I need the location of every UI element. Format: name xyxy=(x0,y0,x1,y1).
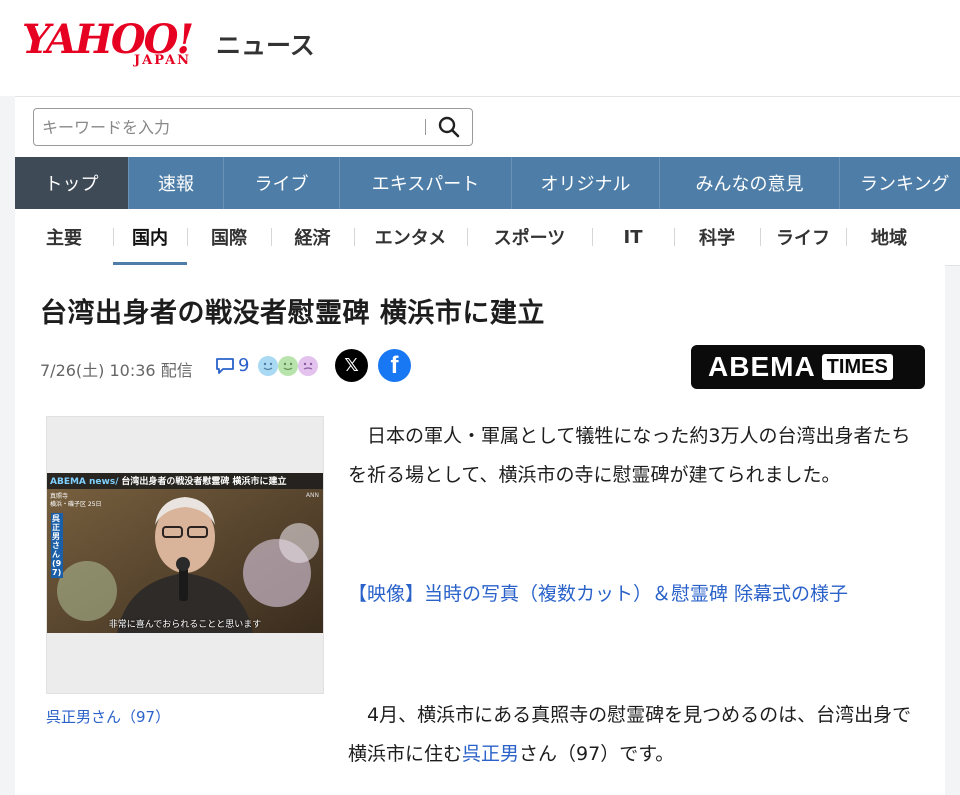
gnav-item-expert[interactable]: エキスパート xyxy=(340,157,512,209)
site-header: YAHOO! JAPAN ニュース xyxy=(0,0,960,96)
gnav-item-ranking[interactable]: ランキング xyxy=(840,157,960,209)
publisher-name: ABEMA xyxy=(708,351,816,382)
search-input[interactable] xyxy=(40,114,424,140)
photo-place-line2: 横浜・磯子区 25日 xyxy=(50,501,102,508)
search-bar xyxy=(15,96,960,157)
publisher-logo[interactable]: ABEMA TIMES xyxy=(691,345,925,389)
gnav-item-top[interactable]: トップ xyxy=(15,157,129,209)
facebook-logo-icon: f xyxy=(390,351,399,379)
photo-banner: ABEMA news/ 台湾出身者の戦没者慰霊碑 横浜市に建立 xyxy=(47,475,323,489)
category-tab-it[interactable]: IT xyxy=(592,209,674,265)
search-box xyxy=(33,108,473,146)
publish-datetime: 7/26(土) 10:36 配信 xyxy=(40,361,193,380)
photo-subtitle: 非常に喜んでおられることと思います xyxy=(108,620,262,630)
search-icon xyxy=(438,116,460,138)
category-nav: 主要 国内 国際 経済 エンタメ スポーツ IT 科学 ライフ 地域 xyxy=(15,209,960,266)
gnav-item-breaking[interactable]: 速報 xyxy=(129,157,224,209)
publisher-badge: TIMES xyxy=(821,354,893,380)
comment-icon xyxy=(216,357,234,374)
search-button[interactable] xyxy=(436,115,462,139)
category-tab-life[interactable]: ライフ xyxy=(760,209,846,265)
share-facebook-button[interactable]: f xyxy=(378,349,411,382)
paragraph-3: 4月、横浜市にある真照寺の慰霊碑を見つめるのは、台湾出身で横浜市に住む呉正男さん… xyxy=(348,696,928,774)
gnav-item-original[interactable]: オリジナル xyxy=(512,157,660,209)
global-nav: トップ 速報 ライブ エキスパート オリジナル みんなの意見 ランキング xyxy=(15,157,960,209)
category-tab-entertainment[interactable]: エンタメ xyxy=(354,209,467,265)
category-tab-domestic[interactable]: 国内 xyxy=(113,209,187,265)
share-x-button[interactable]: 𝕏 xyxy=(335,349,368,382)
photo-place: 真照寺 横浜・磯子区 25日 xyxy=(50,493,102,509)
photo-caption[interactable]: 呉正男さん（97） xyxy=(46,706,170,727)
gnav-item-live[interactable]: ライブ xyxy=(224,157,340,209)
article-photo[interactable]: ABEMA news/ 台湾出身者の戦没者慰霊碑 横浜市に建立 ANN 真照寺 … xyxy=(46,416,324,694)
person-link[interactable]: 呉正男 xyxy=(462,743,519,765)
comment-link[interactable]: 9 xyxy=(215,355,249,376)
photo-banner-brand: ABEMA news/ xyxy=(50,477,119,487)
yahoo-logo-sub: JAPAN xyxy=(134,53,192,68)
article-title: 台湾出身者の戦没者慰霊碑 横浜市に建立 xyxy=(40,298,545,329)
reaction-faces-icon[interactable] xyxy=(257,354,319,378)
photo-network: ANN xyxy=(305,492,319,499)
video-link[interactable]: 【映像】当時の写真（複数カット）＆慰霊碑 除幕式の様子 xyxy=(348,575,928,614)
photo-name-tag: 呉 正男さん(97) xyxy=(51,513,63,578)
photo-banner-title: 台湾出身者の戦没者慰霊碑 横浜市に建立 xyxy=(121,477,287,487)
photo-place-line1: 真照寺 xyxy=(50,493,69,500)
category-tab-economy[interactable]: 経済 xyxy=(271,209,354,265)
paragraph-3-text-after: さん（97）です。 xyxy=(519,743,675,765)
search-divider xyxy=(425,119,426,135)
service-name[interactable]: ニュース xyxy=(216,26,315,62)
category-tab-sports[interactable]: スポーツ xyxy=(467,209,592,265)
article: 台湾出身者の戦没者慰霊碑 横浜市に建立 7/26(土) 10:36 配信 9 𝕏… xyxy=(15,265,945,795)
category-tab-science[interactable]: 科学 xyxy=(674,209,760,265)
paragraph-1: 日本の軍人・軍属として犠牲になった約3万人の台湾出身者たちを祈る場として、横浜市… xyxy=(348,425,911,486)
gnav-item-opinions[interactable]: みんなの意見 xyxy=(660,157,840,209)
category-tab-world[interactable]: 国際 xyxy=(187,209,271,265)
photo-image: ABEMA news/ 台湾出身者の戦没者慰霊碑 横浜市に建立 ANN 真照寺 … xyxy=(47,473,323,633)
comment-count: 9 xyxy=(238,355,250,376)
x-logo-icon: 𝕏 xyxy=(344,355,359,376)
category-tab-main[interactable]: 主要 xyxy=(15,209,113,265)
category-tab-local[interactable]: 地域 xyxy=(846,209,932,265)
